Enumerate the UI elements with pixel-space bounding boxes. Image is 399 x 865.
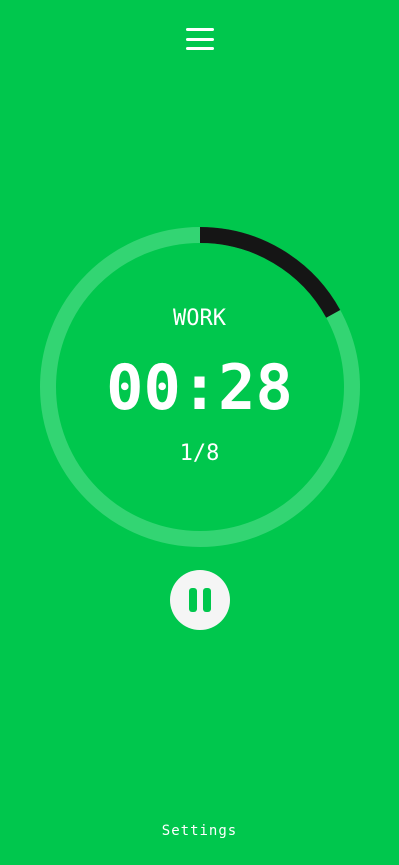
time-display: 00:28 (106, 351, 293, 424)
pause-icon-bar-left (189, 588, 197, 612)
pause-button[interactable] (170, 570, 230, 630)
menu-bar-middle (186, 37, 214, 41)
phase-label: WORK (173, 306, 226, 331)
pause-icon-bar-right (203, 588, 211, 612)
settings-link[interactable]: Settings (0, 822, 399, 840)
menu-bar-top (186, 28, 214, 31)
hamburger-menu-icon[interactable] (186, 28, 214, 50)
menu-bar-bottom (186, 47, 214, 50)
round-counter: 1/8 (179, 441, 220, 466)
